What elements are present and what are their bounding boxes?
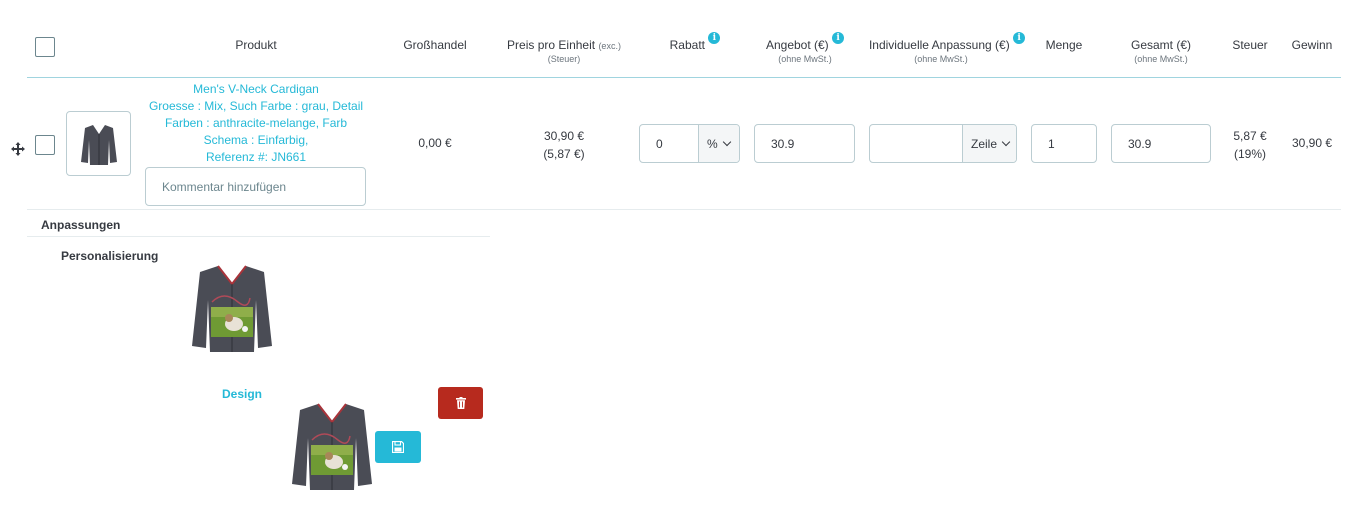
chevron-down-icon: [1001, 137, 1011, 147]
header-divider: [27, 77, 1341, 78]
gewinn-value: 30,90 €: [1291, 136, 1333, 150]
comment-input[interactable]: Kommentar hinzufügen: [145, 167, 366, 206]
personalisierung-label: Personalisierung: [61, 249, 159, 263]
save-design-button[interactable]: [375, 431, 421, 463]
product-attr-line: Farben : anthracite-melange, Farb: [164, 116, 348, 130]
select-all-checkbox[interactable]: [35, 37, 55, 57]
row-select-checkbox[interactable]: [35, 135, 55, 155]
save-icon: [392, 441, 404, 453]
product-thumbnail[interactable]: [66, 111, 131, 176]
anpassung-info-icon[interactable]: i: [1013, 32, 1026, 44]
move-icon[interactable]: [10, 141, 26, 157]
preis-value: 30,90 €: [543, 129, 585, 143]
design-cardigan-image: [290, 400, 374, 490]
angebot-info-icon[interactable]: i: [832, 32, 845, 44]
steuer-rate-value: (19%): [1233, 147, 1266, 161]
col-header-steuer: Steuer: [1232, 38, 1268, 52]
col-header-angebot-sub: (ohne MwSt.): [778, 54, 832, 64]
col-header-menge: Menge: [1045, 38, 1083, 52]
menge-input[interactable]: 1: [1031, 124, 1097, 163]
col-header-produkt: Produkt: [235, 38, 277, 52]
design-label: Design: [222, 387, 263, 401]
chevron-down-icon: [722, 137, 731, 147]
cardigan-image: [80, 124, 117, 165]
col-header-anpassung-sub: (ohne MwSt.): [914, 54, 968, 64]
product-attr-line: Schema : Einfarbig,: [203, 133, 309, 147]
gesamt-input[interactable]: 30.9: [1111, 124, 1211, 163]
product-name-link[interactable]: Men's V-Neck Cardigan: [140, 81, 372, 98]
customizations-divider: [27, 236, 490, 237]
col-header-preis-exc: (exc.): [598, 41, 621, 51]
personalized-cardigan-image: [190, 262, 274, 352]
col-header-rabatt-label: Rabatt: [669, 38, 705, 52]
anpassung-type-value: Zeile: [971, 136, 998, 151]
col-header-preis: Preis pro Einheit (exc.) (Steuer): [494, 38, 634, 64]
col-header-anpassung: Individuelle Anpassung (€) i (ohne MwSt.…: [862, 32, 1032, 64]
col-header-rabatt: Rabatt i: [660, 32, 730, 52]
grosshandel-value: 0,00 €: [418, 136, 452, 150]
col-header-preis-label: Preis pro Einheit: [507, 38, 596, 52]
customizations-title: Anpassungen: [41, 218, 121, 232]
anpassung-type-select[interactable]: Zeile: [962, 125, 1016, 162]
product-reference: Referenz #: JN661: [205, 150, 307, 164]
row-divider: [27, 209, 1341, 210]
col-header-gewinn: Gewinn: [1291, 38, 1333, 52]
steuer-value: 5,87 €: [1233, 129, 1267, 143]
anpassung-input[interactable]: [870, 125, 962, 162]
rabatt-info-icon[interactable]: i: [708, 32, 721, 44]
angebot-input[interactable]: 30.9: [754, 124, 855, 163]
rabatt-input[interactable]: 0: [640, 125, 698, 162]
preis-tax-value: (5,87 €): [543, 147, 585, 161]
rabatt-type-value: %: [707, 136, 718, 151]
product-attr-line: Groesse : Mix, Such Farbe : grau, Detail: [148, 99, 364, 113]
rabatt-type-select[interactable]: %: [698, 125, 739, 162]
comment-placeholder: Kommentar hinzufügen: [162, 179, 287, 194]
col-header-gesamt-sub: (ohne MwSt.): [1134, 54, 1188, 64]
col-header-gesamt: Gesamt (€) (ohne MwSt.): [1110, 38, 1212, 64]
trash-icon: [455, 397, 466, 409]
col-header-anpassung-label: Individuelle Anpassung (€): [868, 38, 1010, 52]
product-info: Men's V-Neck Cardigan Groesse : Mix, Suc…: [140, 81, 372, 166]
col-header-grosshandel: Großhandel: [403, 38, 467, 52]
col-header-preis-sub: (Steuer): [547, 54, 581, 64]
anpassung-input-group: Zeile: [869, 124, 1017, 163]
rabatt-input-group: 0 %: [639, 124, 740, 163]
delete-design-button[interactable]: [438, 387, 483, 419]
col-header-gesamt-label: Gesamt (€): [1130, 38, 1191, 52]
col-header-angebot-label: Angebot (€): [765, 38, 829, 52]
col-header-angebot: Angebot (€) i (ohne MwSt.): [750, 32, 860, 64]
